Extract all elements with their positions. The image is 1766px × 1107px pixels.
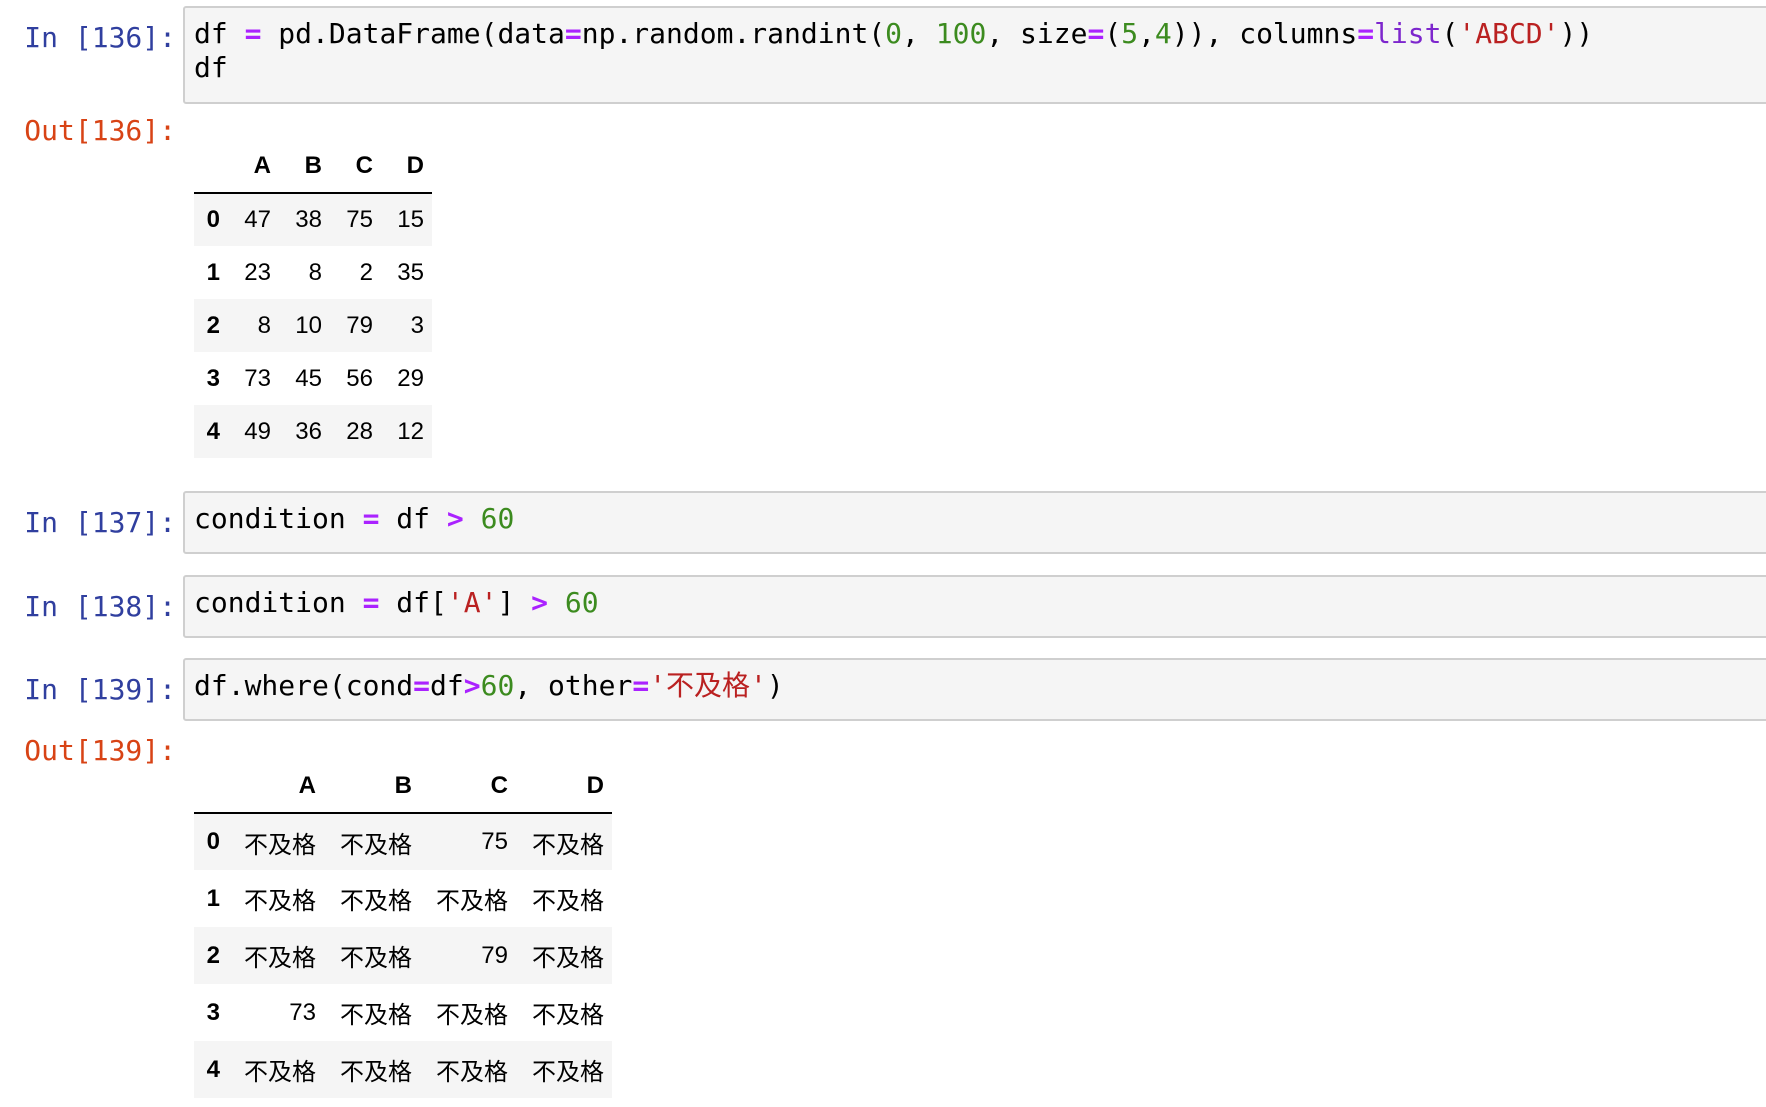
code-text-138[interactable]: condition = df['A'] > 60	[194, 586, 599, 620]
column-header-b: B	[279, 140, 330, 194]
table-row: 1 23 8 2 35	[194, 246, 432, 299]
row-index: 2	[206, 941, 220, 969]
dataframe-output-136: A B C D 0 47 38 75 15 1 23 8 2 35 2 8 10…	[194, 140, 432, 458]
table-cell: 75	[481, 828, 508, 855]
table-cell: 不及格	[340, 1002, 412, 1029]
table-row: 0 47 38 75 15	[194, 193, 432, 246]
table-header-row: A B C D	[194, 760, 612, 814]
row-index: 0	[206, 206, 220, 233]
column-header-a: A	[228, 140, 279, 194]
code-text-139[interactable]: df.where(cond=df>60, other='不及格')	[194, 669, 784, 703]
row-index: 4	[206, 417, 220, 445]
table-cell: 不及格	[532, 831, 604, 859]
table-cell: 不及格	[340, 888, 412, 915]
row-index: 1	[206, 258, 220, 286]
table-cell: 36	[295, 417, 322, 445]
table-cell: 不及格	[244, 945, 316, 972]
table-cell: 不及格	[532, 1002, 604, 1029]
table-cell: 47	[244, 206, 271, 233]
table-cell: 79	[346, 311, 373, 339]
row-index: 1	[206, 884, 220, 912]
table-cell: 23	[244, 258, 271, 286]
table-cell: 不及格	[532, 945, 604, 972]
code-text-136[interactable]: df = pd.DataFrame(data=np.random.randint…	[194, 17, 1593, 85]
code-editor-137[interactable]: condition = df > 60	[183, 491, 1766, 554]
column-header-b: B	[324, 760, 420, 814]
column-header-a: A	[228, 760, 324, 814]
table-cell: 15	[397, 206, 424, 233]
index-header	[194, 760, 228, 814]
table-cell: 8	[257, 311, 271, 339]
table-cell: 不及格	[340, 831, 412, 859]
table-cell: 73	[289, 998, 316, 1026]
table-cell: 35	[397, 258, 424, 286]
input-prompt-137: In [137]:	[24, 506, 176, 539]
table-cell: 2	[359, 258, 373, 286]
table-cell: 73	[244, 364, 271, 392]
table-cell: 12	[397, 417, 424, 445]
table-cell: 8	[308, 258, 322, 286]
table-cell: 45	[295, 364, 322, 392]
table-cell: 49	[244, 417, 271, 445]
code-editor-136[interactable]: df = pd.DataFrame(data=np.random.randint…	[183, 6, 1766, 104]
table-cell: 10	[295, 311, 322, 339]
row-index: 3	[206, 998, 220, 1026]
column-header-c: C	[420, 760, 516, 814]
table-cell: 不及格	[436, 888, 508, 915]
row-index: 3	[206, 364, 220, 392]
column-header-d: D	[516, 760, 612, 814]
table-cell: 不及格	[436, 1002, 508, 1029]
row-index: 0	[206, 828, 220, 855]
code-editor-139[interactable]: df.where(cond=df>60, other='不及格')	[183, 658, 1766, 721]
input-prompt-138: In [138]:	[24, 590, 176, 623]
input-prompt-139: In [139]:	[24, 673, 176, 706]
column-header-d: D	[381, 140, 432, 194]
table-header-row: A B C D	[194, 140, 432, 194]
table-cell: 不及格	[340, 1059, 412, 1086]
table-row: 4 49 36 28 12	[194, 405, 432, 458]
input-prompt-136: In [136]:	[24, 21, 176, 54]
column-header-c: C	[330, 140, 381, 194]
code-text-137[interactable]: condition = df > 60	[194, 502, 514, 536]
table-cell: 不及格	[532, 1059, 604, 1086]
table-row: 4 不及格 不及格 不及格 不及格	[194, 1041, 612, 1098]
table-cell: 3	[410, 311, 424, 339]
row-index: 4	[206, 1055, 220, 1083]
output-prompt-139: Out[139]:	[24, 734, 176, 767]
table-cell: 56	[346, 364, 373, 392]
row-index: 2	[206, 311, 220, 339]
table-cell: 不及格	[532, 888, 604, 915]
table-cell: 不及格	[244, 831, 316, 859]
table-cell: 38	[295, 206, 322, 233]
dataframe-output-139: A B C D 0 不及格 不及格 75 不及格 1 不及格 不及格 不及格 不…	[194, 760, 612, 1098]
table-row: 2 8 10 79 3	[194, 299, 432, 352]
output-prompt-136: Out[136]:	[24, 114, 176, 147]
table-cell: 不及格	[340, 945, 412, 972]
table-row: 0 不及格 不及格 75 不及格	[194, 813, 612, 870]
table-cell: 不及格	[436, 1059, 508, 1086]
table-row: 3 73 不及格 不及格 不及格	[194, 984, 612, 1041]
table-cell: 28	[346, 417, 373, 445]
table-cell: 29	[397, 364, 424, 392]
table-cell: 79	[481, 941, 508, 969]
table-cell: 75	[346, 206, 373, 233]
table-cell: 不及格	[244, 888, 316, 915]
table-row: 2 不及格 不及格 79 不及格	[194, 927, 612, 984]
table-row: 1 不及格 不及格 不及格 不及格	[194, 870, 612, 927]
table-row: 3 73 45 56 29	[194, 352, 432, 405]
table-cell: 不及格	[244, 1059, 316, 1086]
code-editor-138[interactable]: condition = df['A'] > 60	[183, 575, 1766, 638]
index-header	[194, 140, 228, 194]
